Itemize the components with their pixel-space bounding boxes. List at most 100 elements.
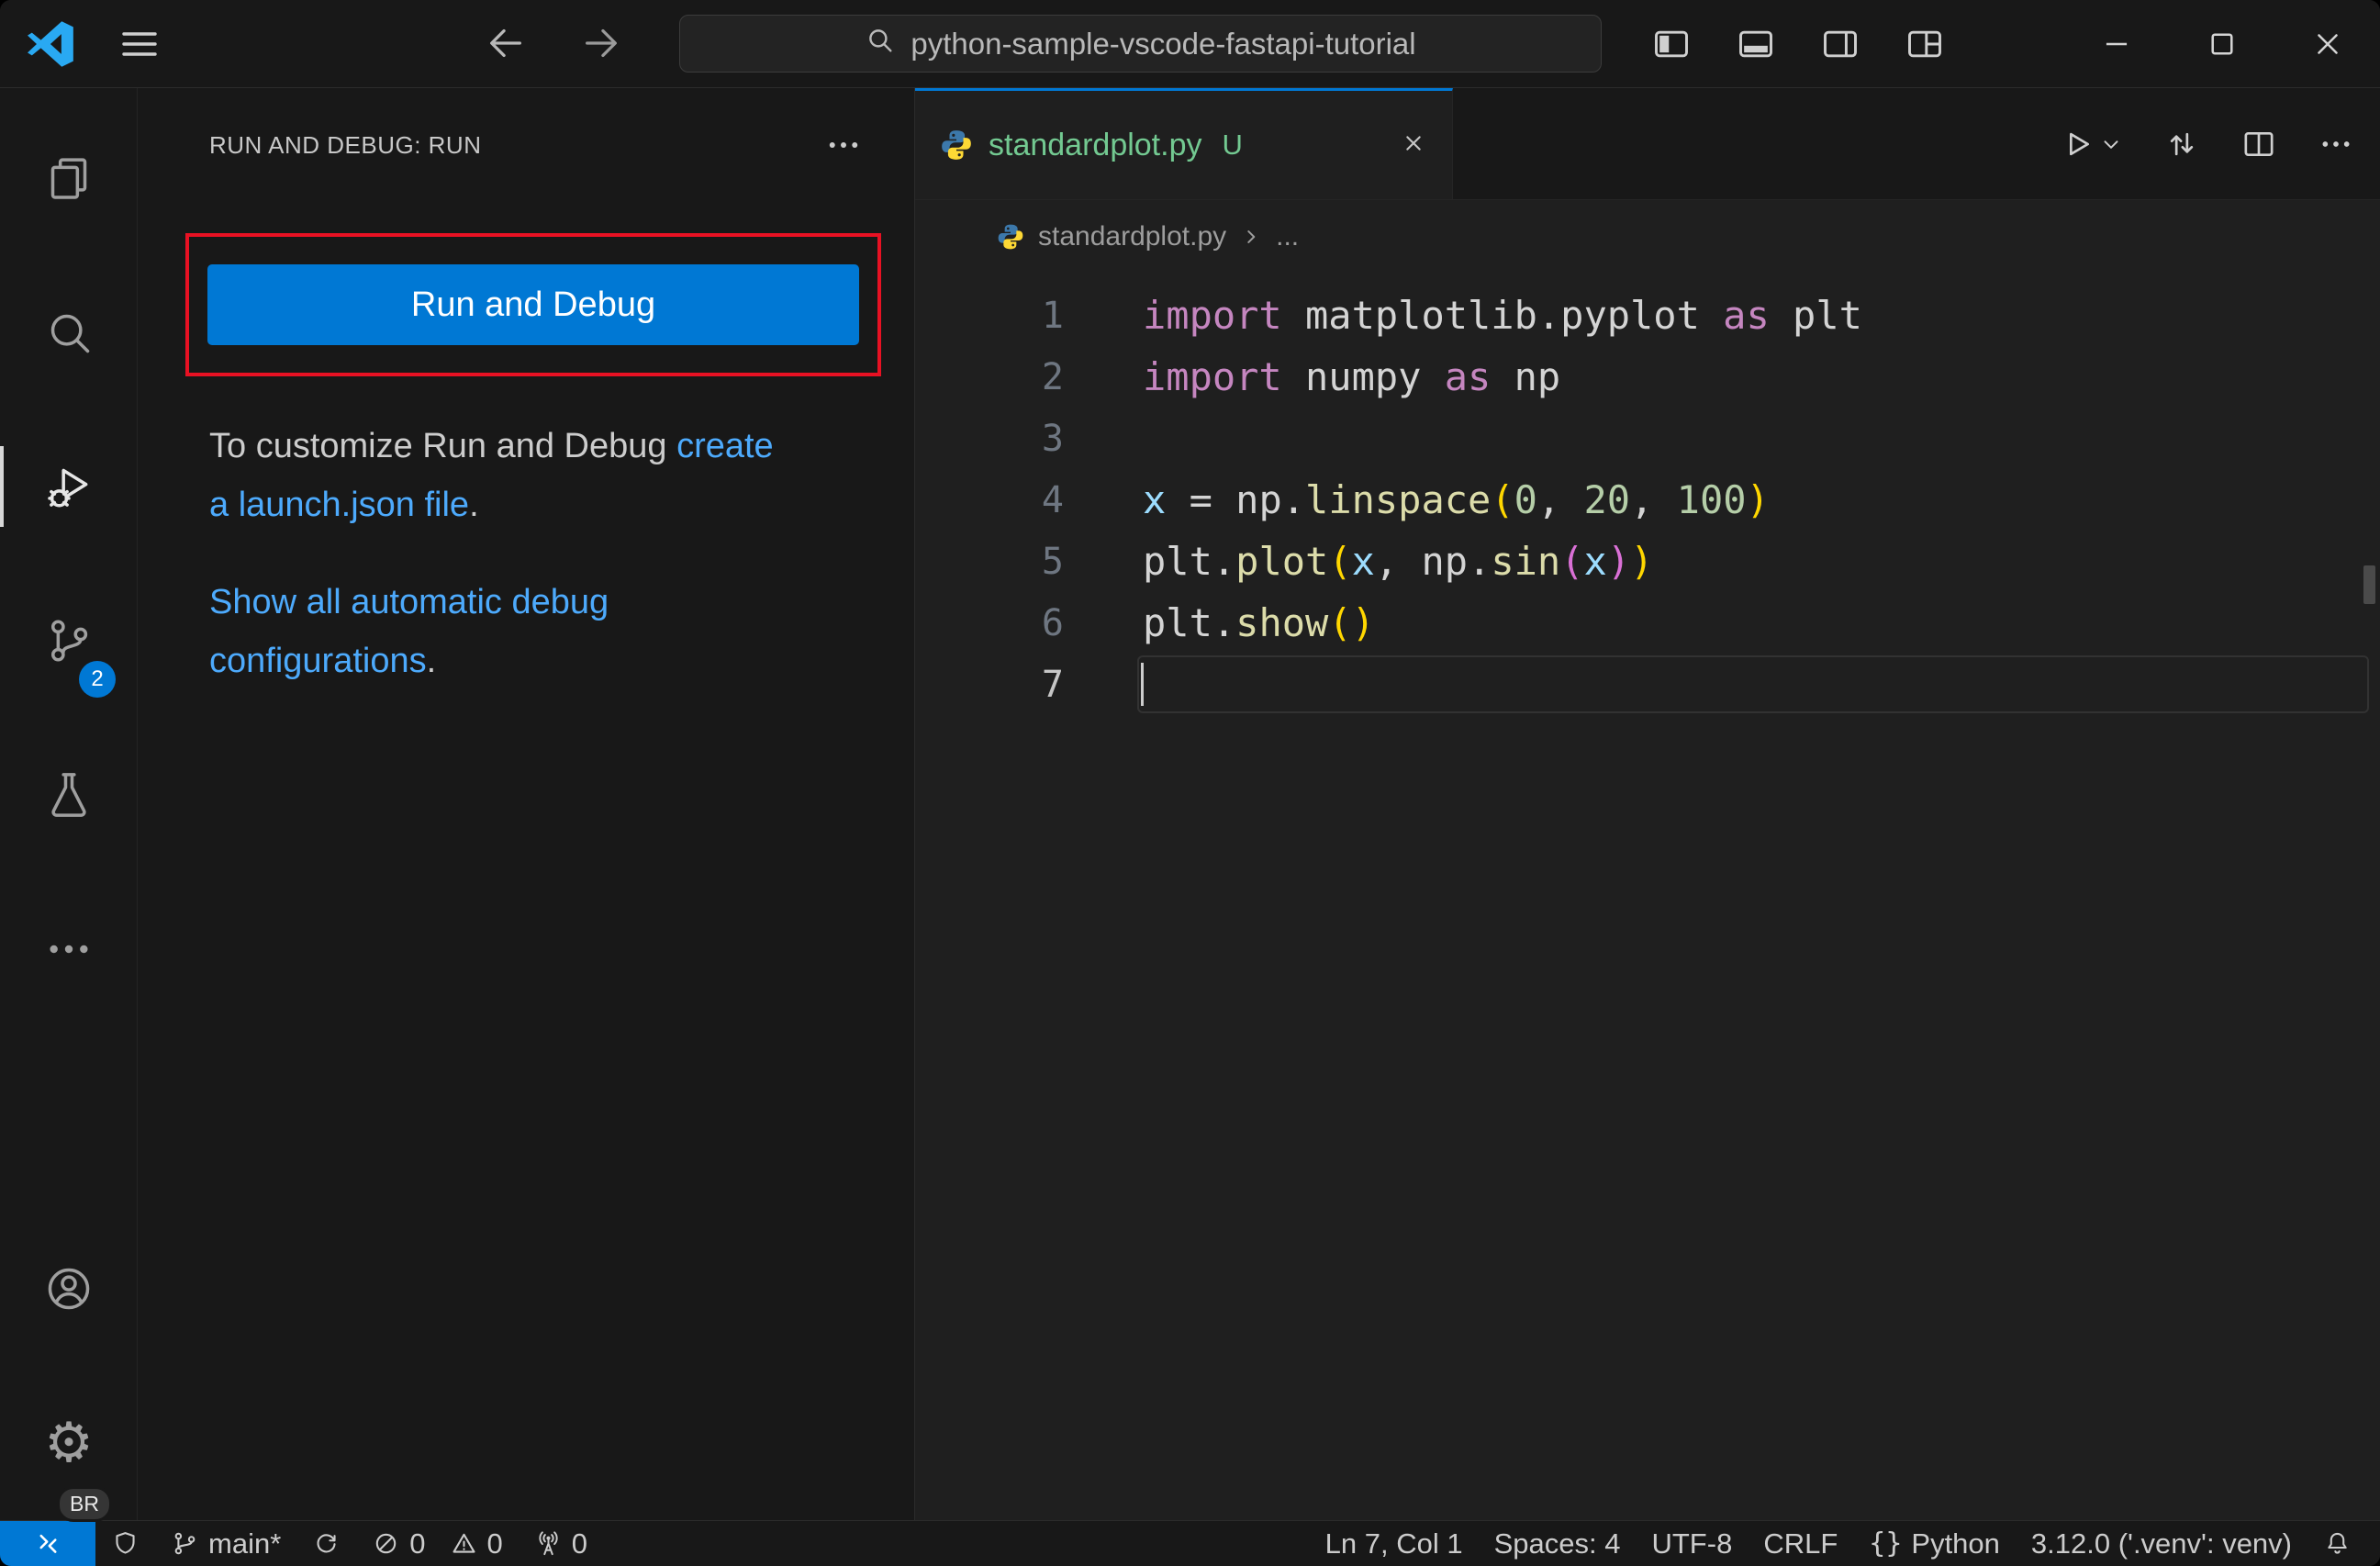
split-editor-icon[interactable] [2240,126,2277,162]
forward-icon[interactable] [580,22,622,64]
tab-standardplot[interactable]: standardplot.py U [915,88,1453,199]
sync-changes-icon[interactable] [296,1521,356,1566]
explorer-icon[interactable] [0,101,138,255]
code-text: x = np.linspace(0, 20, 100) [1143,477,1770,522]
overview-ruler-mark [2363,565,2375,604]
breadcrumb: standardplot.py ... [915,200,2380,274]
code-lines: 1 import matplotlib.pyplot as plt 2 import … [915,285,2380,715]
customize-layout-icon[interactable] [1905,24,1945,64]
views-and-more-actions-icon[interactable] [824,126,863,164]
python-interpreter-status[interactable]: 3.12.0 ('.venv': venv) [2016,1521,2307,1566]
ports-count: 0 [571,1527,588,1560]
code-text: plt.plot(x, np.sin(x)) [1143,539,1654,584]
line-number: 2 [1041,355,1064,398]
errors-count: 0 [409,1527,426,1560]
encoding-status[interactable]: UTF-8 [1636,1521,1748,1566]
braces-icon: {} [1869,1527,1903,1560]
run-and-debug-icon[interactable] [0,409,138,564]
run-dropdown-chevron-icon [2099,132,2123,156]
line-number: 3 [1041,417,1064,460]
indentation-label: Spaces: 4 [1493,1527,1621,1560]
account-icon[interactable] [0,1212,138,1366]
code-text: import matplotlib.pyplot as plt [1143,293,1862,338]
python-file-icon-small [998,224,1023,250]
line-col-label: Ln 7, Col 1 [1324,1527,1463,1560]
line-number: 1 [1041,294,1064,337]
errors-icon [376,1533,397,1554]
titlebar: python-sample-vscode-fastapi-tutorial [0,0,2380,88]
code-line-2[interactable]: 2 import numpy as np [915,346,2380,408]
code-line-7[interactable]: 7 [915,654,2380,715]
vscode-window: python-sample-vscode-fastapi-tutorial 2 … [0,0,2380,1566]
annotation-rectangle: Run and Debug [185,233,881,376]
ports-status[interactable]: 0 [519,1521,603,1566]
toggle-primary-sidebar-icon[interactable] [1651,24,1692,64]
window-controls [2063,0,2380,87]
problems-status[interactable]: 0 0 [356,1521,519,1566]
toggle-secondary-sidebar-icon[interactable] [1820,24,1860,64]
toggle-panel-icon[interactable] [1736,24,1776,64]
radio-tower-icon [539,1531,558,1556]
menu-icon[interactable] [117,22,162,66]
code-line-6[interactable]: 6 plt.show() [915,592,2380,654]
warnings-count: 0 [486,1527,503,1560]
run-python-file-button[interactable] [2059,126,2123,162]
more-views-icon[interactable] [0,872,138,1026]
code-text: plt.show() [1143,600,1375,645]
gear-glyph: ⚙ [44,1412,94,1473]
profile-badge: BR [57,1486,112,1522]
line-number: 4 [1041,478,1064,521]
branch-label: main* [208,1527,282,1560]
settings-gear-icon[interactable]: ⚙ BR [0,1366,138,1522]
editor-group: standardplot.py U standardplot.py ... 1 … [915,88,2380,1520]
indentation-status[interactable]: Spaces: 4 [1479,1521,1637,1566]
close-window-icon[interactable] [2274,0,2380,87]
cursor-position-status[interactable]: Ln 7, Col 1 [1310,1521,1479,1566]
sidebar-title: RUN AND DEBUG: RUN [209,130,482,159]
line-number: 6 [1041,601,1064,644]
breadcrumb-filename[interactable]: standardplot.py [1038,221,1226,252]
status-bar: main* 0 0 0 Ln 7, Col 1 Spaces: 4 UTF-8 [0,1520,2380,1566]
show-debug-configurations-link[interactable]: Show all automatic debug configurations [209,583,609,680]
search-icon [865,25,896,63]
more-actions-icon[interactable] [2318,126,2354,162]
testing-icon[interactable] [0,718,138,872]
language-mode-status[interactable]: {} Python [1853,1521,2016,1566]
current-line-highlight [1137,655,2369,713]
workspace-trust-shield-icon[interactable] [95,1521,155,1566]
line-number: 7 [1041,663,1064,706]
git-branch-icon [174,1532,196,1555]
python-file-icon [942,130,971,160]
code-editor[interactable]: 1 import matplotlib.pyplot as plt 2 import … [915,274,2380,1520]
launch-suffix: . [469,486,479,524]
code-line-4[interactable]: 4 x = np.linspace(0, 20, 100) [915,469,2380,531]
customize-prefix: To customize Run and Debug [209,427,667,465]
source-control-icon[interactable]: 2 [0,564,138,718]
activity-bar: 2 ⚙ BR [0,88,138,1522]
source-control-badge: 2 [79,661,116,698]
chevron-right-icon [1247,230,1256,243]
code-line-1[interactable]: 1 import matplotlib.pyplot as plt [915,285,2380,346]
remote-indicator-icon[interactable] [0,1521,95,1566]
back-icon[interactable] [485,22,527,64]
breadcrumb-symbol-ellipsis[interactable]: ... [1276,221,1299,252]
command-center-search[interactable]: python-sample-vscode-fastapi-tutorial [679,15,1602,73]
code-line-5[interactable]: 5 plt.plot(x, np.sin(x)) [915,531,2380,592]
eol-label: CRLF [1763,1527,1838,1560]
run-and-debug-button[interactable]: Run and Debug [207,264,859,345]
search-activity-icon[interactable] [0,255,138,409]
open-changes-icon[interactable] [2163,126,2200,162]
code-line-3[interactable]: 3 [915,408,2380,469]
line-number: 5 [1041,540,1064,583]
close-tab-icon[interactable] [1399,129,1428,162]
activity-bar-bottom: ⚙ BR [0,1212,138,1522]
customize-text: To customize Run and Debug create a laun… [209,417,797,534]
git-branch-status[interactable]: main* [155,1521,296,1566]
configs-suffix: . [426,642,437,680]
notifications-bell-icon[interactable] [2307,1521,2367,1566]
sidebar-header: RUN AND DEBUG: RUN [138,88,914,202]
minimize-icon[interactable] [2063,0,2169,87]
eol-status[interactable]: CRLF [1748,1521,1853,1566]
encoding-label: UTF-8 [1651,1527,1733,1560]
maximize-icon[interactable] [2169,0,2274,87]
